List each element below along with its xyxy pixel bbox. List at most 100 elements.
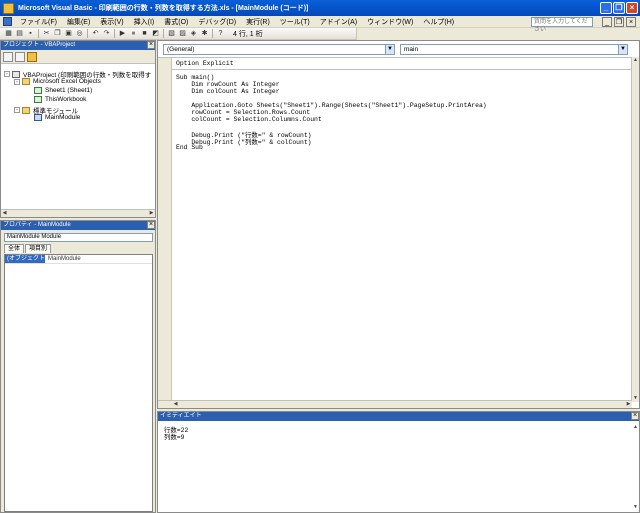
tab-categorized[interactable]: 項目別 [25,244,52,253]
code-horizontal-scrollbar[interactable]: ◀ ▶ [158,400,632,408]
object-browser-icon[interactable]: ◈ [189,29,198,38]
restore-button[interactable]: ❐ [613,2,625,14]
mdi-minimize-button[interactable]: _ [602,17,612,27]
tree-node-excel-objects[interactable]: - Microsoft Excel Objects [14,78,101,85]
procedure-combo[interactable]: main ▼ [400,44,628,55]
project-explorer-toolbar [1,50,155,64]
scroll-left-button[interactable]: ◀ [172,401,179,408]
project-explorer: プロジェクト - VBAProject × - VBAProject (印刷範囲… [0,40,156,218]
property-value[interactable]: MainModule [45,255,81,263]
module-icon [34,114,42,121]
toolbar-separator [114,29,115,38]
help-search-input[interactable]: 質問を入力してください [531,17,593,33]
mdi-restore-button[interactable]: ❐ [614,17,624,27]
folder-icon [22,106,30,114]
scroll-right-button[interactable]: ▶ [625,401,632,408]
standard-toolbar: ▦ ▤ ▪ ✂ ❐ ▣ ◎ ↶ ↷ ▶ ⏸ ■ ◩ ▧ ▨ ◈ ✱ ? 4 行,… [0,28,357,40]
chevron-down-icon[interactable]: ▼ [618,45,627,54]
immediate-window: イミディエイト × 行数=22 列数=9 ▲ ▼ [157,411,640,513]
find-icon[interactable]: ◎ [75,29,84,38]
code-editor[interactable]: Option Explicit Sub main() Dim rowCount … [158,57,632,402]
excel-view-icon[interactable]: ▦ [4,29,13,38]
immediate-output-line[interactable]: 列数=9 [164,432,184,441]
title-bar: Microsoft Visual Basic - 印刷範囲の行数・列数を取得する… [0,0,640,16]
toolbox-icon[interactable]: ✱ [200,29,209,38]
copy-icon[interactable]: ❐ [53,29,62,38]
undo-icon[interactable]: ↶ [91,29,100,38]
cursor-position: 4 行, 1 桁 [233,30,263,38]
scroll-up-button[interactable]: ▲ [632,57,639,64]
mdi-close-button[interactable]: × [626,17,636,27]
reset-icon[interactable]: ■ [140,29,149,38]
code-line[interactable]: rowCount = Selection.Rows.Count [176,109,310,116]
menu-file[interactable]: ファイル(F) [15,17,62,27]
tree-node-thisworkbook[interactable]: ThisWorkbook [34,96,86,103]
folder-icon [22,78,30,85]
object-select[interactable]: MainModule Module [4,233,153,242]
project-horizontal-scrollbar[interactable]: ◀ ▶ [1,209,155,217]
object-combo-value: (General) [167,46,195,53]
minimize-button[interactable]: _ [600,2,612,14]
project-explorer-icon[interactable]: ▧ [167,29,176,38]
menu-debug[interactable]: デバッグ(D) [193,17,241,27]
collapse-icon[interactable]: - [14,107,20,113]
code-line[interactable]: colCount = Selection.Columns.Count [176,116,321,123]
tree-label: Sheet1 (Sheet1) [45,87,93,94]
margin-indicator-bar[interactable] [158,58,172,402]
menu-window[interactable]: ウィンドウ(W) [362,17,418,27]
code-line[interactable]: Sub main() [176,74,214,81]
tree-label: Microsoft Excel Objects [33,78,101,85]
collapse-icon[interactable]: - [4,71,10,77]
view-code-button[interactable] [3,51,13,62]
object-combo[interactable]: (General) ▼ [163,44,395,55]
menu-run[interactable]: 実行(R) [241,17,275,27]
chevron-down-icon[interactable]: ▼ [385,45,394,54]
menu-tools[interactable]: ツール(T) [275,17,315,27]
properties-close-button[interactable]: × [147,221,155,229]
tree-node-mainmodule[interactable]: MainModule [34,114,80,121]
code-line[interactable]: Dim rowCount As Integer [176,81,279,88]
immediate-title: イミディエイト [158,412,639,421]
scroll-down-button[interactable]: ▼ [632,504,639,511]
menu-addins[interactable]: アドイン(A) [315,17,362,27]
toggle-folders-button[interactable] [27,51,37,62]
close-button[interactable]: × [626,2,638,14]
design-mode-icon[interactable]: ◩ [151,29,160,38]
property-row[interactable]: (オブジェクト名) MainModule [5,255,152,271]
scroll-up-button[interactable]: ▲ [632,424,639,431]
tree-node-sheet1[interactable]: Sheet1 (Sheet1) [34,87,92,94]
save-icon[interactable]: ▪ [26,29,35,38]
paste-icon[interactable]: ▣ [64,29,73,38]
insert-module-icon[interactable]: ▤ [15,29,24,38]
break-icon[interactable]: ⏸ [129,29,138,38]
view-object-button[interactable] [15,51,25,62]
project-explorer-title: プロジェクト - VBAProject [1,41,155,50]
cut-icon[interactable]: ✂ [42,29,51,38]
procedure-combo-value: main [404,46,419,53]
menu-view[interactable]: 表示(V) [95,17,128,27]
menu-edit[interactable]: 編集(E) [62,17,95,27]
code-line[interactable]: Dim colCount As Integer [176,88,279,95]
scroll-left-button[interactable]: ◀ [1,210,8,217]
collapse-icon[interactable]: - [14,78,20,85]
toolbar-separator [212,29,213,38]
run-icon[interactable]: ▶ [118,29,127,38]
code-vertical-scrollbar[interactable]: ▲ ▼ [631,57,639,402]
tab-alphabetic[interactable]: 全体 [4,244,25,253]
worksheet-icon [34,87,42,94]
scroll-down-button[interactable]: ▼ [632,395,639,402]
menu-insert[interactable]: 挿入(I) [129,17,160,27]
properties-grid: (オブジェクト名) MainModule [4,254,153,512]
menu-format[interactable]: 書式(O) [159,17,193,27]
immediate-close-button[interactable]: × [631,412,639,420]
scroll-right-button[interactable]: ▶ [148,210,155,217]
help-icon[interactable]: ? [216,29,225,38]
project-explorer-close-button[interactable]: × [147,41,155,49]
menu-help[interactable]: ヘルプ(H) [418,17,459,27]
properties-window-icon[interactable]: ▨ [178,29,187,38]
code-line[interactable]: Application.Goto Sheets("Sheet1").Range(… [176,102,486,109]
code-line[interactable]: Option Explicit [176,60,234,67]
redo-icon[interactable]: ↷ [102,29,111,38]
property-name: (オブジェクト名) [5,255,45,271]
code-line[interactable]: End Sub [176,144,203,151]
